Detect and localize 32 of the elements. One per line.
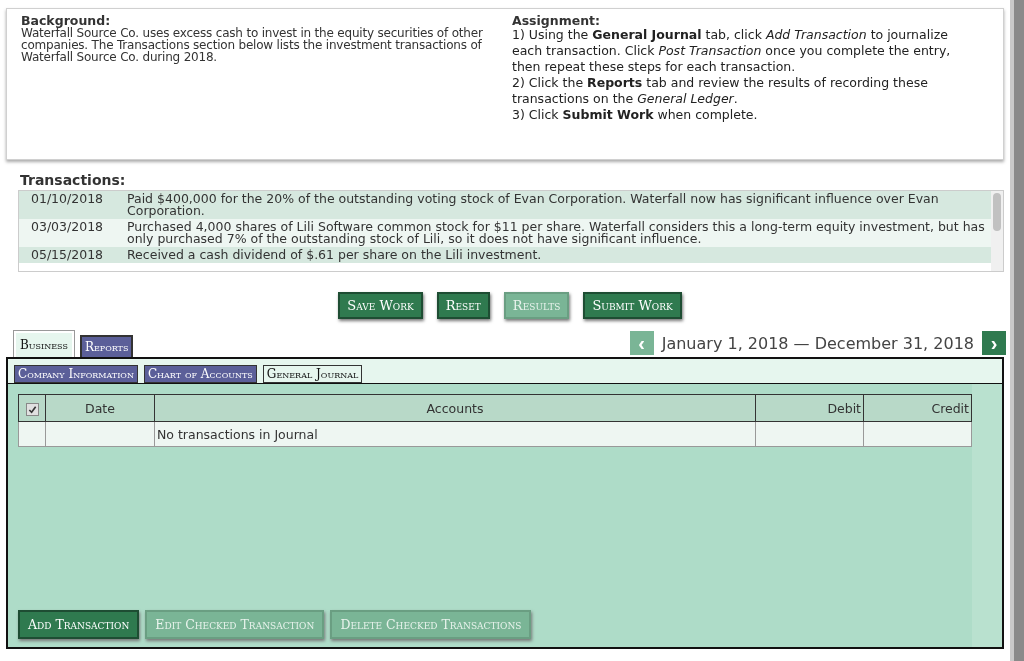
tab[interactable]: Business — [14, 331, 74, 357]
subtab[interactable]: General Journal — [262, 365, 363, 383]
action-button[interactable]: Reset — [436, 292, 490, 319]
next-period-button[interactable]: › — [982, 331, 1006, 355]
column-header: Date — [45, 394, 155, 422]
assignment-title: Assignment: — [512, 14, 602, 27]
transaction-date: 01/10/2018 — [31, 193, 105, 208]
table-cell — [18, 421, 46, 447]
background-title: Background: — [21, 14, 112, 27]
table-cell: No transactions in Journal — [154, 421, 756, 447]
column-header: Debit — [755, 394, 864, 422]
subtab[interactable]: Chart of Accounts — [143, 365, 257, 383]
tab[interactable]: Reports — [79, 335, 134, 357]
assignment-step: 3) Click Submit Work when complete. — [512, 107, 967, 123]
assignment-step: 1) Using the General Journal tab, click Add Transaction to journalize each transaction. Click Post Transaction once you complete the entry, then repeat these steps for each transaction. — [512, 27, 967, 75]
journal-button[interactable]: Add Transaction — [18, 610, 140, 639]
transaction-text: Paid $400,000 for the 20% of the outstanding voting stock of Evan Corporation. Waterfall now has significant influence over Evan Corporation. — [127, 193, 940, 217]
select-all-checkbox[interactable] — [25, 402, 39, 416]
column-header: Accounts — [154, 394, 756, 422]
transactions-title: Transactions: — [20, 172, 127, 188]
action-button[interactable]: Save Work — [338, 292, 423, 319]
subtab[interactable]: Company Information — [14, 365, 138, 383]
column-header: Credit — [863, 394, 972, 422]
transaction-date: 05/15/2018 — [31, 249, 105, 261]
transaction-text: Purchased 4,000 shares of Lili Software common stock for $11 per share. Waterfall considers this a long-term equity investment, but has only purchased 7% of the outstanding stock of Lili, so it does not have significant influence. — [127, 221, 986, 245]
transaction-text: Received a cash dividend of $.61 per share on the Lili investment. — [127, 249, 543, 261]
period-label: January 1, 2018 — December 31, 2018 — [661, 333, 974, 353]
transaction-date: 03/03/2018 — [31, 221, 105, 236]
scrollbar[interactable] — [991, 191, 1003, 271]
background-text: Waterfall Source Co. uses excess cash to invest in the equity securities of other companies. The Transactions section below lists the investment transactions of Waterfall Source Co. during 2018. — [21, 27, 484, 63]
assignment-step: 2) Click the Reports tab and review the results of recording these transactions on the General Ledger. — [512, 75, 967, 107]
action-button[interactable]: Submit Work — [583, 292, 682, 319]
